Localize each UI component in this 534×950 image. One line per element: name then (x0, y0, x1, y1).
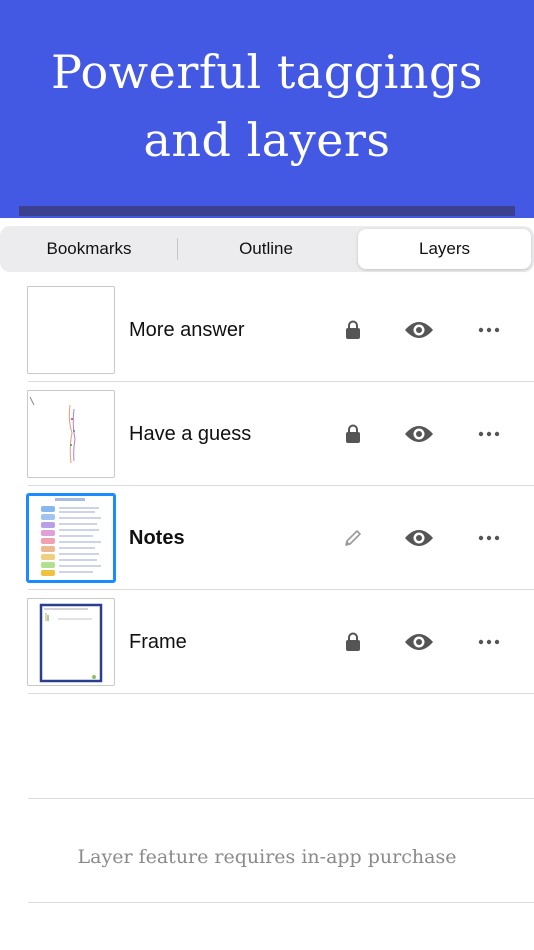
more-icon[interactable] (467, 278, 511, 382)
eye-icon[interactable] (397, 590, 441, 694)
eye-icon[interactable] (397, 278, 441, 382)
layer-name: More answer (129, 319, 245, 341)
tab-outline[interactable]: Outline (180, 229, 352, 269)
layer-thumbnail (27, 390, 115, 478)
promo-banner: Powerful taggings and layers (0, 0, 534, 218)
more-icon[interactable] (467, 382, 511, 486)
purchase-note[interactable]: Layer feature requires in-app purchase (0, 846, 534, 868)
layer-row-notes[interactable]: Notes (0, 486, 534, 590)
footer-divider-bottom (28, 902, 534, 903)
banner-title-line-1: Powerful taggings (50, 45, 484, 99)
banner-title-line-2: and layers (143, 113, 391, 167)
tab-layers[interactable]: Layers (358, 229, 531, 269)
layer-thumbnail (27, 286, 115, 374)
row-divider (28, 693, 534, 694)
pencil-icon[interactable] (331, 486, 375, 590)
layer-name: Notes (129, 527, 185, 549)
lock-icon[interactable] (331, 278, 375, 382)
segment-divider (177, 238, 178, 260)
banner-divider-bar (19, 206, 515, 216)
layer-thumbnail-selected (26, 493, 116, 583)
footer-divider-top (28, 798, 534, 799)
more-icon[interactable] (467, 486, 511, 590)
lock-icon[interactable] (331, 382, 375, 486)
layer-row-more-answer[interactable]: More answer (0, 278, 534, 382)
view-segmented-control: Bookmarks Outline Layers (0, 226, 534, 272)
layer-name: Have a guess (129, 423, 252, 445)
layer-row-frame[interactable]: Frame (0, 590, 534, 694)
tab-bookmarks[interactable]: Bookmarks (3, 229, 175, 269)
eye-icon[interactable] (397, 382, 441, 486)
layer-row-have-a-guess[interactable]: Have a guess (0, 382, 534, 486)
eye-icon[interactable] (397, 486, 441, 590)
more-icon[interactable] (467, 590, 511, 694)
layer-thumbnail (27, 598, 115, 686)
layer-name: Frame (129, 631, 187, 653)
lock-icon[interactable] (331, 590, 375, 694)
banner-title: Powerful taggings and layers (0, 38, 534, 174)
